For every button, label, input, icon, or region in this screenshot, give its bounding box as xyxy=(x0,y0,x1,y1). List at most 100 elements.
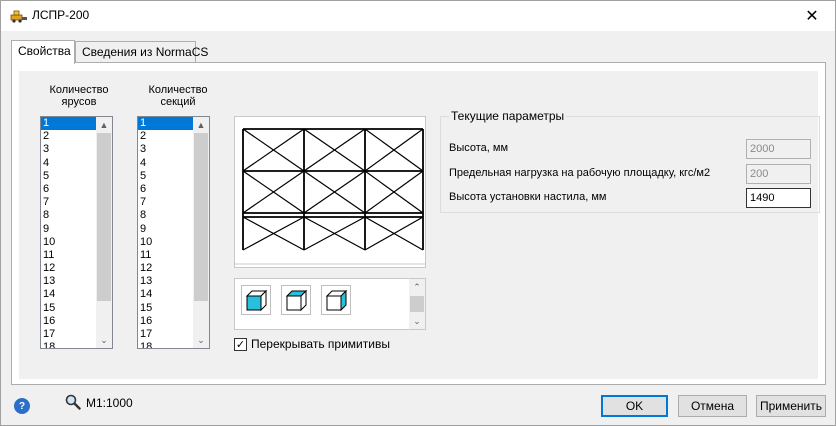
list-item[interactable]: 17 xyxy=(41,328,98,341)
list-item[interactable]: 18 xyxy=(138,341,195,348)
list-item[interactable]: 11 xyxy=(41,249,98,262)
scaffold-preview xyxy=(234,116,426,268)
tiers-header-line2: ярусов xyxy=(61,96,97,108)
scroll-up-icon[interactable]: ▲ xyxy=(96,117,112,133)
close-icon: ✕ xyxy=(805,8,819,25)
list-item[interactable]: 6 xyxy=(138,183,195,196)
close-button[interactable]: ✕ xyxy=(789,1,835,31)
title-bar[interactable]: ЛСПР-200 ✕ xyxy=(1,1,835,31)
view-front-button[interactable] xyxy=(241,285,271,315)
list-item[interactable]: 7 xyxy=(138,196,195,209)
list-item[interactable]: 10 xyxy=(138,236,195,249)
load-field xyxy=(746,164,811,184)
view-side-button[interactable] xyxy=(321,285,351,315)
sections-header: Количество секций xyxy=(136,84,220,108)
view-toolbar: ⌃ ⌄ xyxy=(234,278,426,330)
ok-button-label: OK xyxy=(625,399,644,413)
list-item[interactable]: 15 xyxy=(41,302,98,315)
list-item[interactable]: 18 xyxy=(41,341,98,348)
tiers-scrollbar[interactable]: ▲ ⌄ xyxy=(96,117,112,348)
list-item[interactable]: 7 xyxy=(41,196,98,209)
list-item[interactable]: 12 xyxy=(41,262,98,275)
list-item[interactable]: 5 xyxy=(41,170,98,183)
view-toolbar-scroll-thumb[interactable] xyxy=(410,296,424,312)
scroll-up-icon[interactable]: ▲ xyxy=(193,117,209,133)
list-item[interactable]: 13 xyxy=(41,275,98,288)
window-title: ЛСПР-200 xyxy=(32,8,90,22)
list-item[interactable]: 4 xyxy=(138,157,195,170)
cube-side-face-icon xyxy=(325,289,348,312)
list-item[interactable]: 5 xyxy=(138,170,195,183)
ok-button[interactable]: OK xyxy=(601,395,668,417)
sections-header-line1: Количество xyxy=(148,84,208,96)
sections-header-line2: секций xyxy=(160,96,196,108)
scroll-up-icon[interactable]: ⌃ xyxy=(409,279,425,295)
properties-area: Количество ярусов 1 2 3 4 5 6 7 8 9 10 11 12 13 14 15 1… xyxy=(19,71,820,379)
magnifier-icon[interactable] xyxy=(65,394,81,410)
height-field xyxy=(746,139,811,159)
list-item[interactable]: 17 xyxy=(138,328,195,341)
list-item[interactable]: 2 xyxy=(41,130,98,143)
sections-listbox[interactable]: 1 2 3 4 5 6 7 8 9 10 11 12 13 14 15 16 17 18 ▲ ⌄ xyxy=(137,116,210,349)
list-item[interactable]: 14 xyxy=(138,288,195,301)
list-item[interactable]: 2 xyxy=(138,130,195,143)
view-top-button[interactable] xyxy=(281,285,311,315)
list-item[interactable]: 14 xyxy=(41,288,98,301)
overlap-checkbox-label: Перекрывать примитивы xyxy=(251,337,390,351)
list-item[interactable]: 9 xyxy=(41,223,98,236)
tiers-items: 1 2 3 4 5 6 7 8 9 10 11 12 13 14 15 16 17 18 xyxy=(41,117,98,348)
overlap-checkbox[interactable]: ✓ Перекрывать примитивы xyxy=(234,337,390,351)
tiers-listbox[interactable]: 1 2 3 4 5 6 7 8 9 10 11 12 13 14 15 16 17 18 ▲ ⌄ xyxy=(40,116,113,349)
tab-panel-properties: Количество ярусов 1 2 3 4 5 6 7 8 9 10 11 12 13 14 15 1… xyxy=(11,62,826,385)
chevron-down-icon[interactable]: ⌄ xyxy=(409,313,425,329)
sections-scrollbar[interactable]: ▲ ⌄ xyxy=(193,117,209,348)
chevron-down-icon[interactable]: ⌄ xyxy=(193,332,209,348)
view-toolbar-scroll-track[interactable]: ⌃ ⌄ xyxy=(409,279,425,329)
tiers-header: Количество ярусов xyxy=(37,84,121,108)
height-label: Высота, мм xyxy=(449,142,509,154)
tab-normacs[interactable]: Сведения из NormaCS xyxy=(75,41,208,63)
scale-label: М1:1000 xyxy=(86,396,133,410)
list-item[interactable]: 3 xyxy=(138,143,195,156)
list-item[interactable]: 8 xyxy=(138,209,195,222)
scaffold-drawing xyxy=(235,128,425,265)
list-item[interactable]: 11 xyxy=(138,249,195,262)
list-item[interactable]: 10 xyxy=(41,236,98,249)
tab-properties[interactable]: Свойства xyxy=(11,40,75,64)
deck-height-field[interactable] xyxy=(746,188,811,208)
list-item[interactable]: 12 xyxy=(138,262,195,275)
tiers-header-line1: Количество xyxy=(49,84,109,96)
tiers-scroll-thumb[interactable] xyxy=(97,133,111,301)
cube-top-face-icon xyxy=(285,289,308,312)
list-item[interactable]: 3 xyxy=(41,143,98,156)
list-item[interactable]: 8 xyxy=(41,209,98,222)
help-icon[interactable]: ? xyxy=(14,398,30,414)
list-item[interactable]: 1 xyxy=(41,117,98,131)
apply-button-label: Применить xyxy=(759,399,822,413)
cube-front-face-icon xyxy=(245,289,268,312)
sections-items: 1 2 3 4 5 6 7 8 9 10 11 12 13 14 15 16 17 18 xyxy=(138,117,195,348)
view-toolbar-scrollbar[interactable]: ⌃ ⌄ xyxy=(409,279,425,329)
tab-normacs-label: Сведения из NormaCS xyxy=(82,45,209,59)
apply-button[interactable]: Применить xyxy=(756,395,826,417)
list-item[interactable]: 15 xyxy=(138,302,195,315)
cancel-button[interactable]: Отмена xyxy=(678,395,747,417)
load-label: Предельная нагрузка на рабочую площадку,… xyxy=(449,167,711,179)
list-item[interactable]: 13 xyxy=(138,275,195,288)
list-item[interactable]: 16 xyxy=(138,315,195,328)
chevron-down-icon[interactable]: ⌄ xyxy=(96,332,112,348)
app-icon xyxy=(10,10,27,23)
list-item[interactable]: 4 xyxy=(41,157,98,170)
tab-properties-label: Свойства xyxy=(18,44,71,58)
cancel-button-label: Отмена xyxy=(690,399,735,413)
list-item[interactable]: 16 xyxy=(41,315,98,328)
dialog-window: ЛСПР-200 ✕ Свойства Сведения из NormaCS … xyxy=(0,0,836,426)
deck-height-label: Высота установки настила, мм xyxy=(449,191,607,203)
current-params-title: Текущие параметры xyxy=(449,109,567,123)
list-item[interactable]: 1 xyxy=(138,117,195,131)
current-params-group: Текущие параметры Высота, мм Предельная … xyxy=(440,109,820,213)
sections-scroll-thumb[interactable] xyxy=(194,133,208,301)
checkmark-icon[interactable]: ✓ xyxy=(234,337,247,351)
list-item[interactable]: 6 xyxy=(41,183,98,196)
list-item[interactable]: 9 xyxy=(138,223,195,236)
